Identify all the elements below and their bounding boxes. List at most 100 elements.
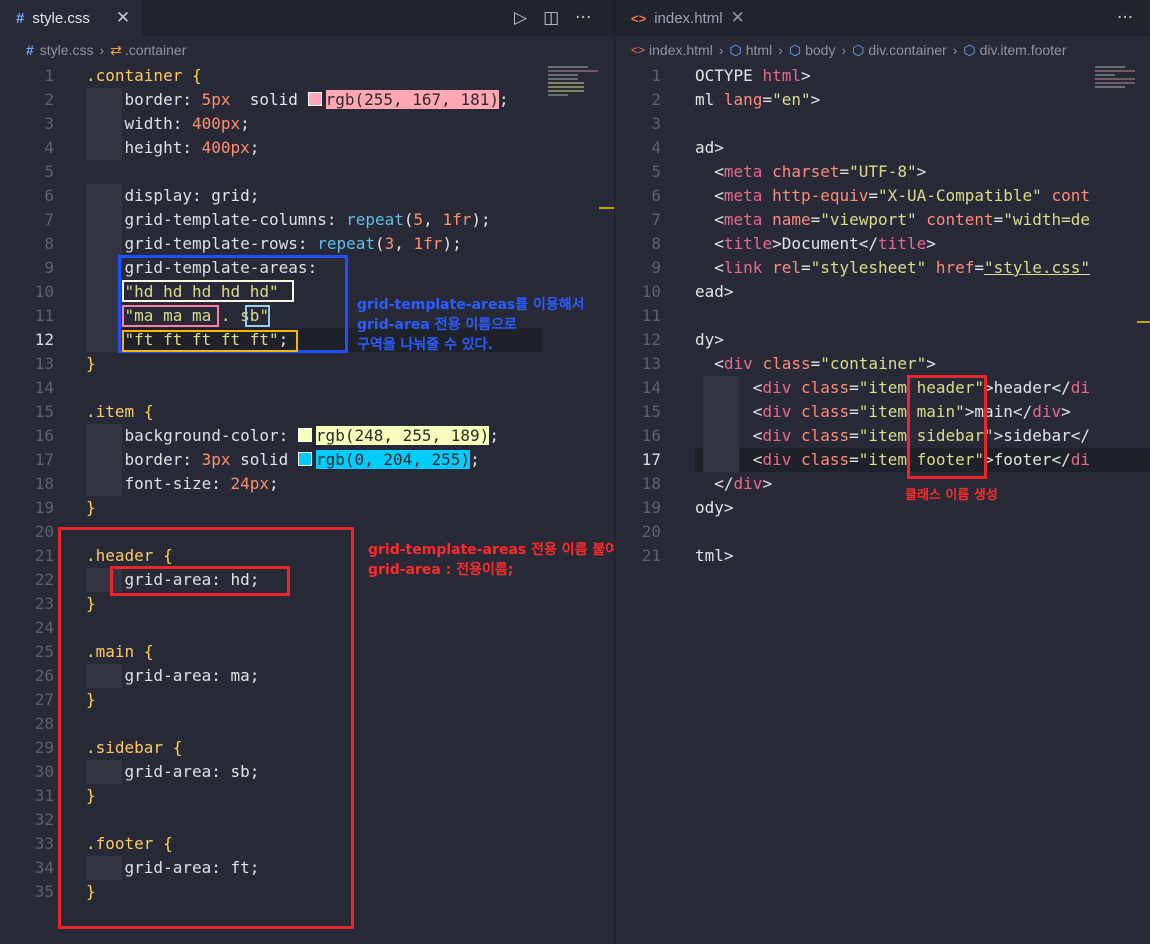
line-number: 9 bbox=[651, 258, 661, 277]
line-number: 6 bbox=[44, 186, 54, 205]
code-line[interactable]: 2 ml lang="en"> bbox=[615, 88, 1150, 112]
line-number: 9 bbox=[44, 258, 54, 277]
line-number: 5 bbox=[651, 162, 661, 181]
line-number: 13 bbox=[641, 354, 661, 373]
code-line[interactable]: 15 .item { bbox=[0, 400, 614, 424]
breadcrumb-item[interactable]: div.container bbox=[868, 42, 946, 58]
code-line[interactable]: 3 bbox=[615, 112, 1150, 136]
close-icon[interactable]: ✕ bbox=[731, 8, 745, 28]
breadcrumb-item[interactable]: index.html bbox=[649, 42, 713, 58]
code-text: font-size: 24px; bbox=[124, 474, 279, 493]
code-line[interactable]: 4 height: 400px; bbox=[0, 136, 614, 160]
breadcrumb-symbol[interactable]: .container bbox=[125, 42, 186, 58]
code-line[interactable]: 19 ody> bbox=[615, 496, 1150, 520]
tab-label: style.css bbox=[32, 9, 90, 27]
line-number: 35 bbox=[34, 882, 54, 901]
code-line[interactable]: 12 dy> bbox=[615, 328, 1150, 352]
code-line[interactable]: 6 <meta http-equiv="X-UA-Compatible" con… bbox=[615, 184, 1150, 208]
code-line[interactable]: 20 bbox=[615, 520, 1150, 544]
code-line[interactable]: 6 display: grid; bbox=[0, 184, 614, 208]
line-number: 1 bbox=[44, 66, 54, 85]
html-file-icon: <> bbox=[631, 10, 647, 26]
line-number: 10 bbox=[34, 282, 54, 301]
tab-style-css[interactable]: # style.css ✕ bbox=[0, 0, 142, 36]
breadcrumb-file[interactable]: style.css bbox=[40, 42, 94, 58]
annotation-box-ma bbox=[122, 305, 219, 327]
code-line[interactable]: 3 width: 400px; bbox=[0, 112, 614, 136]
element-icon: ⬡ bbox=[963, 41, 976, 58]
code-text: .item { bbox=[86, 402, 154, 421]
line-number: 16 bbox=[34, 426, 54, 445]
line-number: 1 bbox=[651, 66, 661, 85]
editor-pane-right: <> index.html ✕ ··· <> index.html › ⬡ html › ⬡… bbox=[615, 0, 1150, 944]
breadcrumb-item[interactable]: body bbox=[805, 42, 835, 58]
line-number: 20 bbox=[641, 522, 661, 541]
code-text: } bbox=[86, 498, 96, 517]
code-text: border: 3px solid rgb(0, 204, 255); bbox=[124, 450, 480, 469]
line-number: 16 bbox=[641, 426, 661, 445]
code-line[interactable]: 5 <meta charset="UTF-8"> bbox=[615, 160, 1150, 184]
code-text: border: 5px solid rgb(255, 167, 181); bbox=[124, 90, 509, 109]
line-number: 5 bbox=[44, 162, 54, 181]
chevron-right-icon: › bbox=[952, 42, 958, 58]
more-actions-icon[interactable]: ··· bbox=[575, 8, 591, 28]
line-number: 15 bbox=[34, 402, 54, 421]
line-number: 18 bbox=[641, 474, 661, 493]
line-number: 6 bbox=[651, 186, 661, 205]
code-line[interactable]: 5 bbox=[0, 160, 614, 184]
code-line[interactable]: 7 grid-template-columns: repeat(5, 1fr); bbox=[0, 208, 614, 232]
code-line[interactable]: 18 </div> bbox=[615, 472, 1150, 496]
line-number: 30 bbox=[34, 762, 54, 781]
breadcrumb-item[interactable]: html bbox=[746, 42, 772, 58]
code-line[interactable]: 7 <meta name="viewport" content="width=d… bbox=[615, 208, 1150, 232]
code-text: <div class="item main">main</div> bbox=[695, 402, 1071, 421]
close-icon[interactable]: ✕ bbox=[116, 8, 130, 28]
annotation-box-sb bbox=[245, 305, 270, 327]
line-number: 7 bbox=[44, 210, 54, 229]
code-line[interactable]: 13} bbox=[0, 352, 614, 376]
code-line[interactable]: 14 <div class="item header">header</di bbox=[615, 376, 1150, 400]
line-number: 20 bbox=[34, 522, 54, 541]
code-text: <title>Document</title> bbox=[695, 234, 936, 253]
chevron-right-icon: › bbox=[778, 42, 783, 58]
code-line[interactable]: 8 <title>Document</title> bbox=[615, 232, 1150, 256]
code-line[interactable]: 9 <link rel="stylesheet" href="style.css… bbox=[615, 256, 1150, 280]
code-line[interactable]: 14 bbox=[0, 376, 614, 400]
line-number: 27 bbox=[34, 690, 54, 709]
line-number: 7 bbox=[651, 210, 661, 229]
code-line[interactable]: 16 <div class="item sidebar">sidebar</ bbox=[615, 424, 1150, 448]
code-line[interactable]: 11 bbox=[615, 304, 1150, 328]
code-line[interactable]: 15 <div class="item main">main</div> bbox=[615, 400, 1150, 424]
code-text: OCTYPE html> bbox=[695, 66, 811, 85]
split-editor-icon[interactable]: ◫ bbox=[543, 8, 559, 28]
code-text: <meta http-equiv="X-UA-Compatible" cont bbox=[695, 186, 1090, 205]
code-text: display: grid; bbox=[124, 186, 260, 205]
symbol-icon: ⇄ bbox=[110, 41, 122, 58]
code-line[interactable]: 19} bbox=[0, 496, 614, 520]
tab-index-html[interactable]: <> index.html ✕ bbox=[615, 0, 755, 36]
line-number: 28 bbox=[34, 714, 54, 733]
line-number: 19 bbox=[34, 498, 54, 517]
breadcrumb-item[interactable]: div.item.footer bbox=[980, 42, 1067, 58]
code-text: <div class="item footer">footer</di bbox=[695, 450, 1090, 469]
run-icon[interactable]: ▷ bbox=[514, 8, 527, 28]
code-line[interactable]: 17 <div class="item footer">footer</di bbox=[615, 448, 1150, 472]
code-line[interactable]: 18 font-size: 24px; bbox=[0, 472, 614, 496]
code-line[interactable]: 21 tml> bbox=[615, 544, 1150, 568]
code-line[interactable]: 1 .container { bbox=[0, 64, 614, 88]
code-line[interactable]: 2 border: 5px solid rgb(255, 167, 181); bbox=[0, 88, 614, 112]
code-line[interactable]: 1 OCTYPE html> bbox=[615, 64, 1150, 88]
chevron-right-icon: › bbox=[99, 42, 105, 58]
code-line[interactable]: 13 <div class="container"> bbox=[615, 352, 1150, 376]
line-number: 17 bbox=[34, 450, 54, 469]
code-line[interactable]: 10 ead> bbox=[615, 280, 1150, 304]
code-text: } bbox=[86, 354, 96, 373]
code-line[interactable]: 8 grid-template-rows: repeat(3, 1fr); bbox=[0, 232, 614, 256]
more-actions-icon[interactable]: ··· bbox=[1117, 8, 1133, 28]
code-line[interactable]: 17 border: 3px solid rgb(0, 204, 255); bbox=[0, 448, 614, 472]
code-text: background-color: rgb(248, 255, 189); bbox=[124, 426, 499, 445]
code-text: <meta charset="UTF-8"> bbox=[695, 162, 927, 181]
code-line[interactable]: 4 ad> bbox=[615, 136, 1150, 160]
code-line[interactable]: 16 background-color: rgb(248, 255, 189); bbox=[0, 424, 614, 448]
code-text: <meta name="viewport" content="width=de bbox=[695, 210, 1090, 229]
